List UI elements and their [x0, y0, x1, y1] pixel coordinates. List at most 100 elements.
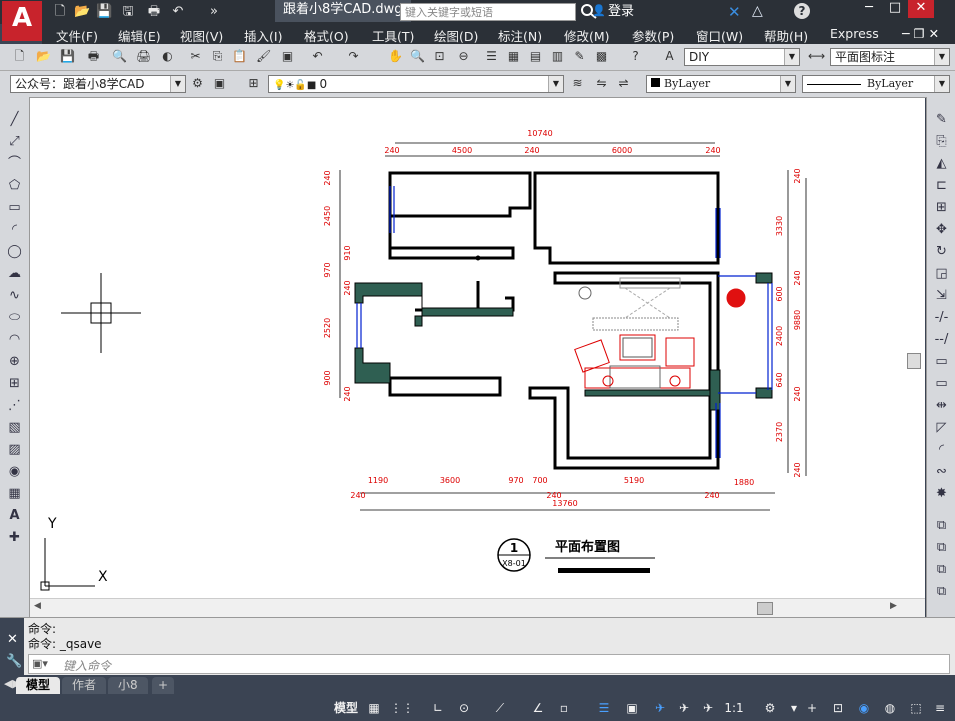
quick-properties-icon[interactable]: ◉	[856, 699, 872, 717]
scroll-right-icon[interactable]: ▶	[890, 601, 897, 611]
fillet-icon[interactable]: ◜	[933, 441, 950, 458]
auto-scale-icon[interactable]: ✈	[700, 699, 716, 717]
search-input[interactable]: 键入关键字或短语	[400, 3, 576, 21]
menu-dimension[interactable]: 标注(N)	[498, 26, 542, 45]
menu-express[interactable]: Express	[830, 26, 879, 41]
menu-view[interactable]: 视图(V)	[180, 26, 223, 45]
units-icon[interactable]: ⊡	[830, 699, 846, 717]
menu-help[interactable]: 帮助(H)	[764, 26, 808, 45]
doc-minimize-icon[interactable]: ─ ❐ ✕	[902, 26, 939, 41]
line-icon[interactable]: ╱	[6, 111, 23, 128]
array-icon[interactable]: ⊞	[933, 199, 950, 216]
draworder-back-icon[interactable]: ⧉	[933, 539, 950, 556]
dim-style-icon[interactable]: ⟷	[808, 49, 825, 64]
cut-icon[interactable]: ✂	[188, 49, 203, 64]
save-as-icon[interactable]: 🖫	[120, 4, 136, 20]
region-icon[interactable]: ◉	[6, 463, 23, 480]
text-style-dropdown[interactable]: DIY ▼	[684, 48, 800, 66]
block-editor-icon[interactable]: ▣	[280, 49, 295, 64]
trim-icon[interactable]: -/-	[933, 309, 950, 326]
hatch-icon[interactable]: ▧	[6, 419, 23, 436]
rectangle-icon[interactable]: ▭	[6, 199, 23, 216]
menu-draw[interactable]: 绘图(D)	[434, 26, 478, 45]
selection-cycling-icon[interactable]: ✈	[652, 699, 668, 717]
print-icon[interactable]: 🖶	[146, 4, 162, 20]
customize-command-icon[interactable]: 🔧	[6, 654, 22, 669]
point-icon[interactable]: ⋰	[6, 397, 23, 414]
layer-previous-icon[interactable]: ⇋	[594, 76, 609, 91]
zoom-realtime-icon[interactable]: 🔍	[410, 49, 425, 64]
close-button[interactable]: ✕	[908, 0, 934, 18]
layer-properties-icon[interactable]: ⊞	[246, 76, 261, 91]
save-icon[interactable]: 💾	[96, 4, 112, 20]
join-icon[interactable]: ⇹	[933, 397, 950, 414]
3d-dwf-icon[interactable]: ◐	[160, 49, 175, 64]
model-space-button[interactable]: 模型	[332, 699, 360, 717]
workspace-gear-icon[interactable]: ⚙	[762, 699, 778, 717]
lineweight-icon[interactable]: ☰	[596, 699, 612, 717]
chamfer-icon[interactable]: ◸	[933, 419, 950, 436]
spline-icon[interactable]: ∿	[6, 287, 23, 304]
plot-icon[interactable]: 🖶	[86, 49, 101, 64]
make-current-icon[interactable]: ≋	[570, 76, 585, 91]
copy-object-icon[interactable]: ⎘	[933, 133, 950, 150]
menu-edit[interactable]: 编辑(E)	[118, 26, 161, 45]
status-menu-icon[interactable]: ≡	[932, 699, 948, 717]
draworder-above-icon[interactable]: ⧉	[933, 561, 950, 578]
linetype-dropdown[interactable]: ByLayer ▼	[802, 75, 950, 93]
tool-palettes-icon[interactable]: ▤	[528, 49, 543, 64]
vertical-scroll-thumb[interactable]	[907, 353, 921, 369]
tab-model[interactable]: 模型	[16, 677, 61, 694]
annotation-monitor-icon[interactable]: ▾	[786, 699, 802, 717]
rotate-icon[interactable]: ↻	[933, 243, 950, 260]
annotation-visibility-icon[interactable]: ✈	[676, 699, 692, 717]
move-icon[interactable]: ✥	[933, 221, 950, 238]
transparency-icon[interactable]: ▣	[624, 699, 640, 717]
publish-icon[interactable]: 🖨	[136, 49, 151, 64]
table-icon[interactable]: ▦	[6, 485, 23, 502]
menu-insert[interactable]: 插入(I)	[244, 26, 282, 45]
break-icon[interactable]: ▭	[933, 375, 950, 392]
redo-tb-icon[interactable]: ↷	[346, 49, 361, 64]
ellipse-icon[interactable]: ⬭	[6, 309, 23, 326]
open-icon[interactable]: 📂	[36, 49, 51, 64]
arc-icon[interactable]: ◜	[6, 221, 23, 238]
markup-icon[interactable]: ✎	[572, 49, 587, 64]
exchange-icon[interactable]: ✕	[728, 3, 741, 21]
color-dropdown[interactable]: ByLayer ▼	[646, 75, 796, 93]
object-snap-tracking-icon[interactable]: ∠	[530, 699, 546, 717]
plot-preview-icon[interactable]: 🔍	[112, 49, 127, 64]
gradient-icon[interactable]: ▨	[6, 441, 23, 458]
maximize-button[interactable]: □	[882, 0, 908, 18]
save-icon[interactable]: 💾	[60, 49, 75, 64]
dim-style-dropdown[interactable]: 平面图标注 ▼	[830, 48, 950, 66]
match-properties-icon[interactable]: 🖌	[256, 49, 271, 64]
multiline-text-icon[interactable]: A	[6, 507, 23, 524]
construction-line-icon[interactable]: ⤢	[6, 133, 23, 150]
add-icon[interactable]: +	[804, 699, 820, 717]
annotation-scale[interactable]: 1:1	[722, 699, 746, 717]
horizontal-scroll-thumb[interactable]	[757, 602, 773, 615]
menu-modify[interactable]: 修改(M)	[564, 26, 610, 45]
insert-block-icon[interactable]: ⊕	[6, 353, 23, 370]
quickcalc-icon[interactable]: ▩	[594, 49, 609, 64]
draworder-front-icon[interactable]: ⧉	[933, 517, 950, 534]
undo-tb-icon[interactable]: ↶	[310, 49, 325, 64]
snap-icon[interactable]: ⋮⋮	[390, 699, 414, 717]
ortho-icon[interactable]: ∟	[430, 699, 446, 717]
isolate-objects-icon[interactable]: ◍	[882, 699, 898, 717]
command-input[interactable]: ▣▾ 键入命令	[28, 654, 950, 674]
add-layout-icon[interactable]: +	[152, 677, 175, 694]
customize-icon[interactable]: ▣	[212, 76, 227, 91]
stretch-icon[interactable]: ⇲	[933, 287, 950, 304]
menu-format[interactable]: 格式(O)	[304, 26, 349, 45]
new-icon[interactable]: 🗋	[12, 49, 27, 64]
add-selected-icon[interactable]: ✚	[6, 529, 23, 546]
design-center-icon[interactable]: ▦	[506, 49, 521, 64]
draworder-under-icon[interactable]: ⧉	[933, 583, 950, 600]
menu-tools[interactable]: 工具(T)	[372, 26, 414, 45]
help-icon[interactable]: ?	[794, 3, 810, 19]
tab-author[interactable]: 作者	[62, 677, 107, 694]
sheet-set-icon[interactable]: ▥	[550, 49, 565, 64]
extend-icon[interactable]: --/	[933, 331, 950, 348]
